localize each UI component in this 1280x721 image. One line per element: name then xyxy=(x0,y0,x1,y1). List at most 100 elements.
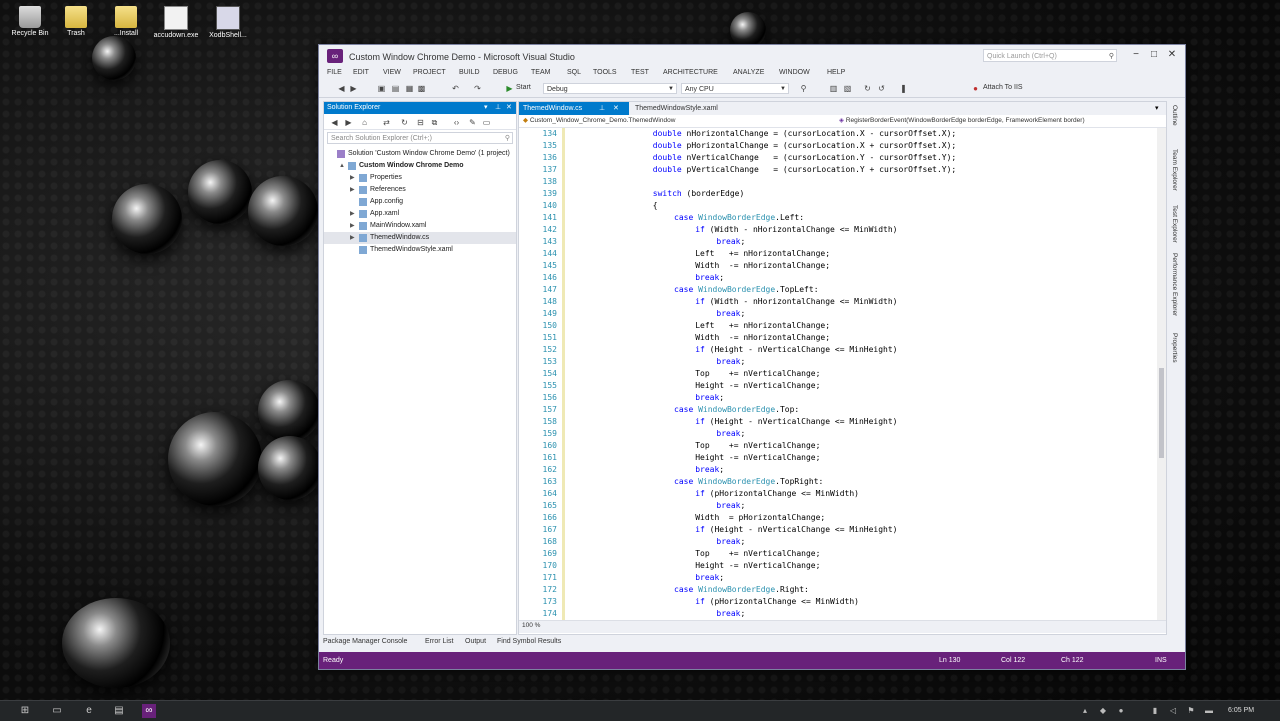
menu-help[interactable]: HELP xyxy=(827,69,845,76)
tree-item[interactable]: ▶ App.xaml xyxy=(324,208,516,220)
pin-icon[interactable]: ⊥ xyxy=(495,102,501,114)
solution-search-input[interactable]: Search Solution Explorer (Ctrl+;) ⚲ xyxy=(327,132,513,144)
menu-window[interactable]: WINDOW xyxy=(779,69,810,76)
collapse-icon[interactable]: ⊟ xyxy=(416,118,425,127)
attach-to-iis-button[interactable]: Attach To IIS xyxy=(983,84,1023,91)
taskbar-clock[interactable]: 6:05 PM xyxy=(1228,707,1254,714)
breakpoint-icon[interactable]: ❚ xyxy=(899,84,908,93)
find-icon[interactable]: ⚲ xyxy=(799,84,808,93)
type-dropdown[interactable]: ◆ Custom_Window_Chrome_Demo.ThemedWindow xyxy=(523,116,823,126)
preview-icon[interactable]: ▭ xyxy=(482,118,491,127)
menu-architecture[interactable]: ARCHITECTURE xyxy=(663,69,718,76)
desktop-icon-xodbshell[interactable]: XodbShell... xyxy=(198,6,258,39)
menu-sql[interactable]: SQL xyxy=(567,69,581,76)
close-icon[interactable]: ✕ xyxy=(613,102,619,115)
home-icon[interactable]: ⌂ xyxy=(360,118,369,127)
redo-icon[interactable]: ↷ xyxy=(473,84,482,93)
visual-studio-taskbar-icon[interactable]: ∞ xyxy=(142,704,156,718)
start-button[interactable]: Start xyxy=(516,84,531,91)
minimize-button[interactable]: − xyxy=(1127,48,1145,62)
tree-item[interactable]: ▲ Custom Window Chrome Demo xyxy=(324,160,516,172)
tab-package-manager-console[interactable]: Package Manager Console xyxy=(323,638,407,645)
start-icon[interactable]: ▶ xyxy=(505,84,514,93)
expand-arrow-icon[interactable]: ▶ xyxy=(350,232,356,244)
tab-error-list[interactable]: Error List xyxy=(425,638,453,645)
save-icon[interactable]: ▦ xyxy=(405,84,414,93)
tab-overflow-icon[interactable]: ▾ xyxy=(1155,104,1159,112)
tab-output[interactable]: Output xyxy=(465,638,486,645)
expand-arrow-icon[interactable]: ▶ xyxy=(350,220,356,232)
toolbar-icon[interactable]: ↺ xyxy=(877,84,886,93)
menu-analyze[interactable]: ANALYZE xyxy=(733,69,764,76)
menu-test[interactable]: TEST xyxy=(631,69,649,76)
expand-arrow-icon[interactable]: ▶ xyxy=(350,184,356,196)
tray-icon[interactable]: ▴ xyxy=(1080,706,1090,716)
show-all-icon[interactable]: ⧉ xyxy=(430,118,439,127)
internet-explorer-icon[interactable]: e xyxy=(82,704,96,718)
scrollbar-thumb[interactable] xyxy=(1159,368,1164,458)
forward-icon[interactable]: ▶ xyxy=(344,118,353,127)
configuration-select[interactable]: Debug ▼ xyxy=(543,83,677,94)
menu-debug[interactable]: DEBUG xyxy=(493,69,518,76)
tree-item[interactable]: Solution 'Custom Window Chrome Demo' (1 … xyxy=(324,148,516,160)
side-tab-performance-explorer[interactable]: Performance Explorer xyxy=(1171,253,1178,316)
attach-icon[interactable]: ● xyxy=(971,84,980,93)
close-button[interactable]: ✕ xyxy=(1163,48,1181,62)
keyboard-icon[interactable]: ▬ xyxy=(1204,706,1214,716)
desktop-icon-accudown[interactable]: accudown.exe xyxy=(146,6,206,39)
toolbar-icon[interactable]: ↻ xyxy=(863,84,872,93)
refresh-icon[interactable]: ↻ xyxy=(400,118,409,127)
sync-icon[interactable]: ⇄ xyxy=(382,118,391,127)
tab-themedwindow-cs[interactable]: ThemedWindow.cs ⊥ ✕ xyxy=(519,102,629,115)
flag-icon[interactable]: ⚑ xyxy=(1186,706,1196,716)
save-all-icon[interactable]: ▩ xyxy=(417,84,426,93)
menu-build[interactable]: BUILD xyxy=(459,69,480,76)
side-tab-test-explorer[interactable]: Test Explorer xyxy=(1171,205,1178,243)
tree-item[interactable]: ▶ ThemedWindow.cs xyxy=(324,232,516,244)
menu-edit[interactable]: EDIT xyxy=(353,69,369,76)
back-icon[interactable]: ◀ xyxy=(337,84,346,93)
platform-select[interactable]: Any CPU ▼ xyxy=(681,83,789,94)
member-dropdown[interactable]: ◈ RegisterBorderEvent(WindowBorderEdge b… xyxy=(839,116,1159,126)
tree-item[interactable]: ▶ References xyxy=(324,184,516,196)
back-icon[interactable]: ◀ xyxy=(330,118,339,127)
volume-icon[interactable]: ◁ xyxy=(1168,706,1178,716)
open-icon[interactable]: ▤ xyxy=(391,84,400,93)
forward-icon[interactable]: ▶ xyxy=(349,84,358,93)
tree-item[interactable]: ThemedWindowStyle.xaml xyxy=(324,244,516,256)
pin-icon[interactable]: ⊥ xyxy=(599,102,605,115)
menu-project[interactable]: PROJECT xyxy=(413,69,446,76)
file-explorer-icon[interactable]: ▭ xyxy=(50,704,64,718)
expand-arrow-icon[interactable]: ▶ xyxy=(350,208,356,220)
zoom-level[interactable]: 100 % xyxy=(522,622,540,629)
folder-icon[interactable]: ▤ xyxy=(112,704,126,718)
network-icon[interactable]: ▮ xyxy=(1150,706,1160,716)
menu-team[interactable]: TEAM xyxy=(531,69,550,76)
tray-icon[interactable]: ● xyxy=(1116,706,1126,716)
new-project-icon[interactable]: ▣ xyxy=(377,84,386,93)
tree-item[interactable]: ▶ MainWindow.xaml xyxy=(324,220,516,232)
tree-item[interactable]: App.config xyxy=(324,196,516,208)
dropdown-icon[interactable]: ▾ xyxy=(484,102,488,114)
tree-item[interactable]: ▶ Properties xyxy=(324,172,516,184)
expand-arrow-icon[interactable]: ▲ xyxy=(339,160,345,172)
menu-tools[interactable]: TOOLS xyxy=(593,69,617,76)
menu-view[interactable]: VIEW xyxy=(383,69,401,76)
title-bar[interactable]: ∞ Custom Window Chrome Demo - Microsoft … xyxy=(319,45,1185,67)
side-tab-properties[interactable]: Properties xyxy=(1171,333,1178,363)
close-icon[interactable]: ✕ xyxy=(506,102,512,114)
expand-arrow-icon[interactable]: ▶ xyxy=(350,172,356,184)
tab-themedwindowstyle-xaml[interactable]: ThemedWindowStyle.xaml xyxy=(631,102,741,115)
tray-icon[interactable]: ◆ xyxy=(1098,706,1108,716)
toolbar-icon[interactable]: ▧ xyxy=(843,84,852,93)
quick-launch-input[interactable]: Quick Launch (Ctrl+Q) ⚲ xyxy=(983,49,1117,62)
side-tab-team-explorer[interactable]: Team Explorer xyxy=(1171,149,1178,191)
toolbar-icon[interactable]: ▥ xyxy=(829,84,838,93)
properties-icon[interactable]: ✎ xyxy=(468,118,477,127)
side-tab-outline[interactable]: Outline xyxy=(1171,105,1178,126)
maximize-button[interactable]: □ xyxy=(1145,48,1163,62)
start-button-icon[interactable]: ⊞ xyxy=(18,704,32,718)
vertical-scrollbar[interactable] xyxy=(1157,128,1166,620)
menu-file[interactable]: FILE xyxy=(327,69,342,76)
undo-icon[interactable]: ↶ xyxy=(451,84,460,93)
